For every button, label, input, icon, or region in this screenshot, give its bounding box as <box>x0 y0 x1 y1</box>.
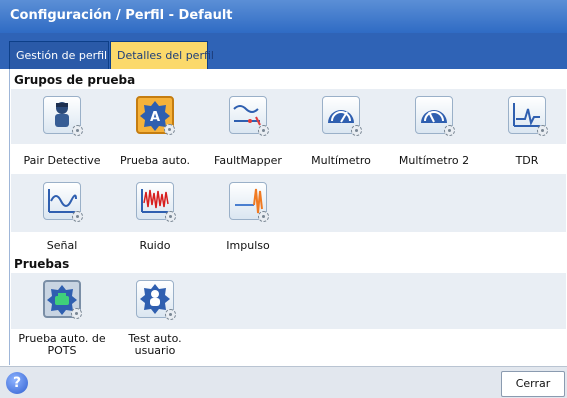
test-label-pots-auto: Prueba auto. de POTS <box>12 333 112 357</box>
multimeter-2-icon <box>415 96 455 136</box>
group-signal[interactable] <box>17 182 107 222</box>
tdr-icon <box>508 96 548 136</box>
test-label-user-line2: usuario <box>134 344 176 357</box>
group-pair-detective[interactable] <box>17 96 107 136</box>
group-impulse[interactable] <box>203 182 293 222</box>
gear-icon <box>351 125 362 136</box>
test-label-pots-line2: POTS <box>47 344 77 357</box>
gear-icon <box>258 211 269 222</box>
gear-icon <box>444 125 455 136</box>
profile-config-window: Configuración / Perfil - Default Gestión… <box>0 0 567 398</box>
group-faultmapper[interactable] <box>203 96 293 136</box>
close-button[interactable]: Cerrar <box>501 371 565 397</box>
pots-auto-test-icon <box>43 280 82 319</box>
section-test-groups: Grupos de prueba <box>14 73 136 87</box>
test-label-user-auto: Test auto. usuario <box>105 333 205 357</box>
gear-icon <box>258 125 269 136</box>
pair-detective-icon <box>43 96 83 136</box>
group-multimeter-2[interactable] <box>389 96 479 136</box>
group-label-noise: Ruido <box>139 239 171 252</box>
window-title: Configuración / Perfil - Default <box>0 0 567 33</box>
group-label-tdr: TDR <box>515 154 539 167</box>
tab-bar: Gestión de perfil Detalles del perfil <box>0 33 567 69</box>
section-tests: Pruebas <box>14 257 70 271</box>
group-multimeter[interactable] <box>296 96 386 136</box>
auto-test-icon: A <box>136 96 175 135</box>
svg-text:A: A <box>150 110 160 125</box>
group-auto-test[interactable]: A <box>110 96 200 135</box>
gear-icon <box>72 211 83 222</box>
tests-row <box>11 273 566 329</box>
user-auto-test-icon <box>136 280 176 320</box>
gear-icon <box>537 125 548 136</box>
signal-icon <box>43 182 83 222</box>
group-label-impulse: Impulso <box>226 239 270 252</box>
noise-icon <box>136 182 176 222</box>
group-noise[interactable] <box>110 182 200 222</box>
test-user-auto[interactable] <box>110 280 200 320</box>
test-pots-auto[interactable] <box>17 280 107 319</box>
tab-profile-management[interactable]: Gestión de perfil <box>9 41 109 69</box>
impulse-icon <box>229 182 269 222</box>
gear-icon <box>71 308 82 319</box>
group-label-auto-test: Prueba auto. <box>120 154 190 167</box>
group-tdr[interactable] <box>482 96 567 136</box>
multimeter-icon <box>322 96 362 136</box>
gear-icon <box>165 309 176 320</box>
status-bar: ? Cerrar <box>0 366 567 398</box>
gear-icon <box>72 125 83 136</box>
gear-icon <box>165 211 176 222</box>
group-label-multimeter: Multímetro <box>311 154 371 167</box>
groups-row-2 <box>11 174 566 232</box>
faultmapper-icon <box>229 96 269 136</box>
gear-icon <box>164 124 175 135</box>
group-label-pair-detective: Pair Detective <box>23 154 101 167</box>
profile-details-panel: Grupos de prueba A Pair Detective Prueba… <box>9 69 566 365</box>
groups-row-1: A <box>11 89 566 144</box>
group-label-multimeter-2: Multímetro 2 <box>398 154 470 167</box>
help-icon[interactable]: ? <box>6 372 28 394</box>
group-label-faultmapper: FaultMapper <box>214 154 282 167</box>
group-label-signal: Señal <box>46 239 78 252</box>
tab-profile-details[interactable]: Detalles del perfil <box>110 41 214 69</box>
